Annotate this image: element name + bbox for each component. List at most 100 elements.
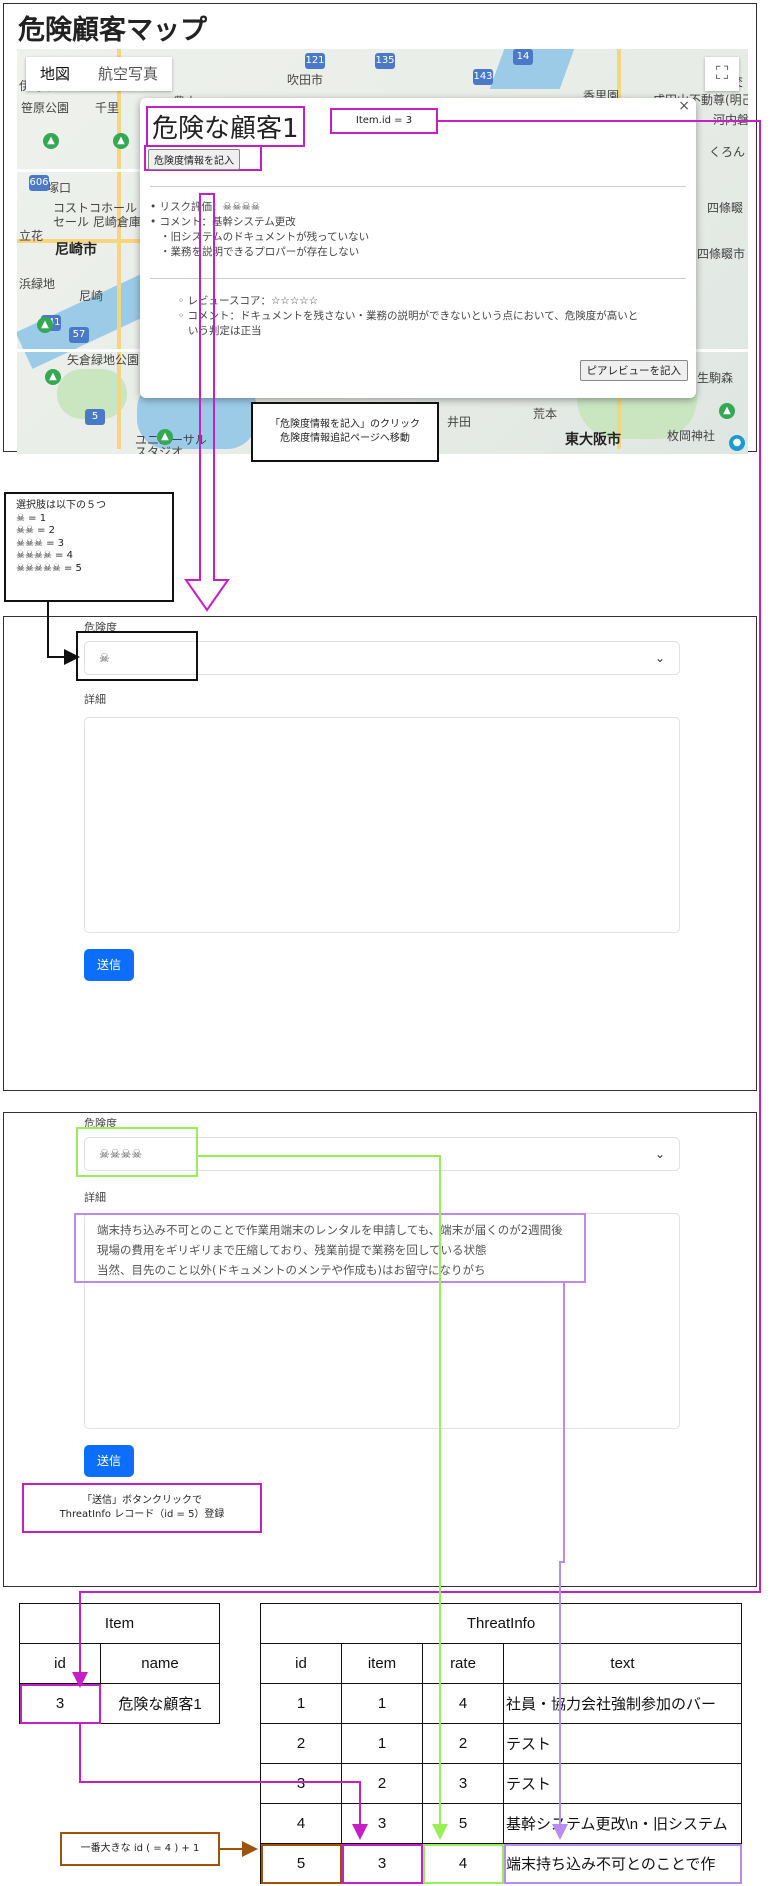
table-cell: 社員・協力会社強制参加のバー: [503, 1683, 742, 1724]
threat-form-filled: 危険度 ☠☠☠☠ ⌄ 詳細 端末持ち込み不可とのことで作業用端末のレンタルを申請…: [3, 1112, 757, 1587]
route-shield: 121: [305, 53, 325, 69]
route-shield: 57: [69, 327, 89, 343]
park-pin-icon: ▲: [43, 133, 59, 149]
table-title: ThreatInfo: [260, 1603, 742, 1644]
option-item: ☠ = 1: [16, 512, 47, 524]
park-pin-icon: ▲: [37, 317, 53, 333]
map-label: 立花: [19, 229, 44, 243]
item-id-note: Item.id = 3: [330, 108, 438, 134]
park-pin-icon: ▲: [719, 403, 735, 419]
id-note: 一番大きな id ( = 4 ) + 1: [60, 1832, 220, 1866]
route-shield: 143: [473, 69, 493, 85]
options-note: 選択肢は以下の５つ ☠ = 1 ☠☠ = 2 ☠☠☠ = 3 ☠☠☠☠ = 4 …: [4, 492, 174, 602]
risk-value: ☠☠☠☠: [222, 201, 261, 213]
column-header: id: [19, 1643, 101, 1684]
route-shield: 14: [513, 49, 533, 65]
map-label: 東大阪市: [565, 432, 621, 448]
park-pin-icon: ▲: [157, 429, 173, 445]
submit-note: 「送信」ボタンクリックで ThreatInfo レコード（id = 5）登録: [22, 1483, 262, 1533]
table-cell: 1: [260, 1683, 342, 1724]
chevron-down-icon: ⌄: [654, 1147, 665, 1161]
detail-label: 詳細: [84, 693, 106, 706]
table-cell: 4: [260, 1803, 342, 1844]
table-cell: 1: [341, 1723, 423, 1764]
table-cell: 端末持ち込み不可とのことで作: [503, 1843, 742, 1884]
map-label: 生駒森: [697, 371, 734, 385]
map-label: 河内磐: [713, 113, 748, 127]
highlight-frame: [76, 631, 198, 681]
comment-line: ・旧システムのドキュメントが残っていない: [160, 231, 370, 243]
chevron-down-icon: ⌄: [654, 651, 665, 665]
table-cell: 基幹システム更改\n・旧システム: [503, 1803, 742, 1844]
risk-label: リスク評価：: [159, 201, 223, 213]
fullscreen-icon[interactable]: ⛶: [705, 57, 739, 91]
table-cell: 4: [422, 1843, 504, 1884]
map-label: 矢倉緑地公園: [67, 353, 140, 367]
table-row: 3 2 3 テスト: [260, 1763, 742, 1804]
detail-textarea[interactable]: [84, 717, 680, 933]
map-label: スタジオ: [135, 445, 184, 454]
table-row: 3 危険な顧客1: [19, 1683, 220, 1724]
option-item: ☠☠ = 2: [16, 525, 56, 536]
info-window: × 危険な顧客1 危険度情報を記入 • リスク評価：☠☠☠☠ • コメント：基幹…: [140, 98, 696, 398]
submit-note-line: 「送信」ボタンクリックで: [82, 1495, 202, 1506]
option-item: ☠☠☠☠☠ = 5: [16, 562, 82, 574]
column-header: rate: [422, 1643, 504, 1684]
map-panel: 危険顧客マップ 吹田市 笹原公園 千里 尼崎市 コストコホール セール 尼崎倉庫…: [3, 3, 757, 454]
map-label: 枚岡神社: [667, 429, 716, 443]
table-cell: 3: [341, 1843, 423, 1884]
map-label: 四條畷: [707, 201, 744, 215]
record-threat-button[interactable]: 危険度情報を記入: [148, 149, 240, 170]
map-label: くろん: [709, 145, 746, 159]
table-cell: 危険な顧客1: [100, 1683, 220, 1724]
table-cell: 2: [422, 1723, 504, 1764]
tab-satellite[interactable]: 航空写真: [84, 57, 172, 91]
highlight-frame: [76, 1127, 198, 1177]
column-header: item: [341, 1643, 423, 1684]
map-label: 吹田市: [287, 73, 324, 87]
highlight-frame: [74, 1213, 586, 1283]
table-cell: テスト: [503, 1763, 742, 1804]
map-label: 笹原公園: [21, 101, 70, 115]
click-note-line: 危険度情報追記ページへ移動: [280, 433, 410, 444]
table-cell: 3: [341, 1803, 423, 1844]
review-comment: いう判定は正当: [188, 325, 262, 337]
map-label: 千里: [95, 101, 120, 115]
map-label: 尼崎市: [55, 242, 97, 258]
divider: [150, 278, 686, 279]
page-title: 危険顧客マップ: [18, 15, 207, 46]
submit-button[interactable]: 送信: [84, 949, 134, 981]
click-note: 「危険度情報を記入」のクリック 危険度情報追記ページへ移動: [251, 402, 439, 462]
risk-list: • リスク評価：☠☠☠☠ • コメント：基幹システム更改 ・旧システムのドキュメ…: [150, 201, 370, 258]
tab-map[interactable]: 地図: [26, 57, 84, 91]
submit-button[interactable]: 送信: [84, 1445, 134, 1477]
map-label: 四條畷市: [697, 247, 746, 261]
map-label: 荒本: [533, 407, 558, 421]
table-cell: 2: [260, 1723, 342, 1764]
table-cell: 5: [260, 1843, 342, 1884]
close-icon[interactable]: ×: [678, 98, 690, 114]
table-cell: 3: [19, 1683, 101, 1724]
column-header: name: [100, 1643, 220, 1684]
park-pin-icon: ▲: [113, 133, 129, 149]
column-header: text: [503, 1643, 742, 1684]
map-label: 井田: [447, 415, 472, 429]
map-label: 浜緑地: [19, 277, 56, 291]
table-cell: 4: [422, 1683, 504, 1724]
threat-form-empty: 危険度 ☠ ⌄ 詳細 送信: [3, 616, 757, 1091]
map-label: 塚口: [47, 181, 72, 195]
peer-review-button[interactable]: ピアレビューを記入: [579, 360, 688, 381]
comment-heading: コメント：基幹システム更改: [159, 216, 296, 228]
table-cell: 2: [341, 1763, 423, 1804]
road: [17, 169, 157, 172]
route-shield: 5: [85, 409, 105, 425]
item-table: Item id name 3 危険な顧客1: [19, 1603, 220, 1724]
review-score: レビュースコア：☆☆☆☆☆: [187, 295, 319, 307]
detail-label: 詳細: [84, 1191, 106, 1204]
table-row: 4 3 5 基幹システム更改\n・旧システム: [260, 1803, 742, 1844]
customer-name: 危険な顧客1: [146, 106, 305, 147]
map-type-tabs: 地図 航空写真: [26, 57, 173, 91]
map-label: セール 尼崎倉庫: [53, 215, 141, 229]
table-row: 2 1 2 テスト: [260, 1723, 742, 1764]
table-row: 1 1 4 社員・協力会社強制参加のバー: [260, 1683, 742, 1724]
